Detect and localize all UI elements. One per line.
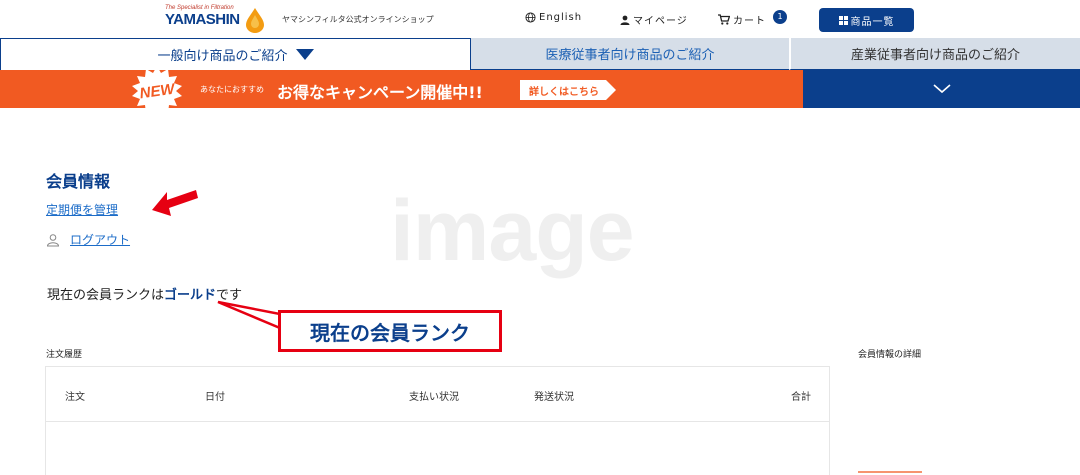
tab-medical-products[interactable]: 医療従事者向け商品のご紹介 [471,38,789,70]
banner-expand-toggle[interactable] [803,70,1080,108]
tab-label: 一般向け商品のご紹介 [157,49,288,64]
globe-icon [525,12,536,23]
new-badge: NEW [132,70,182,108]
banner-recommend-text: あなたにおすすめ [200,85,264,94]
products-list-button[interactable]: 商品一覧 [819,8,914,32]
mypage-label: マイページ [633,16,688,27]
annotation-arrow-icon [152,190,198,216]
english-label: English [539,12,583,23]
member-detail-heading: 会員情報の詳細 [858,350,922,360]
column-shipping-status: 発送状況 [534,392,574,403]
grid-icon [838,15,848,25]
cart-link[interactable]: カート 1 [718,9,787,27]
tab-label: 産業従事者向け商品のご紹介 [850,48,1020,63]
yamashin-logo[interactable]: The Specialist in Filtration YAMASHIN [165,5,275,35]
order-history-heading: 注文履歴 [46,350,83,360]
logout-link[interactable]: ログアウト [46,231,130,248]
banner-campaign-text: お得なキャンペーン開催中!! [277,83,483,102]
shop-name: ヤマシンフィルタ公式オンラインショップ [282,15,434,24]
user-outline-icon [46,233,60,246]
column-total: 合計 [791,392,811,403]
rank-callout: 現在の会員ランク [278,310,502,352]
column-date: 日付 [205,392,225,403]
rank-callout-label: 現在の会員ランク [310,320,470,345]
campaign-banner[interactable]: NEW あなたにおすすめ お得なキャンペーン開催中!! 詳しくはこちら [0,70,803,108]
logo-drop-icon [246,8,264,33]
cart-label: カート [733,16,766,27]
clipped-link-fragment [858,470,922,475]
rank-prefix: 現在の会員ランクは [47,288,165,303]
order-history-table: 注文 日付 支払い状況 発送状況 合計 [45,366,830,475]
tab-general-products[interactable]: 一般向け商品のご紹介 [0,38,471,70]
user-icon [620,15,630,25]
logo-text: YAMASHIN [165,11,240,28]
column-payment-status: 支払い状況 [409,392,459,403]
mypage-link[interactable]: マイページ [620,12,688,27]
tab-industrial-products[interactable]: 産業従事者向け商品のご紹介 [789,38,1080,70]
table-header-row: 注文 日付 支払い状況 発送状況 合計 [46,367,829,422]
column-order: 注文 [65,392,85,403]
rank-value: ゴールド [164,288,217,303]
image-placeholder-watermark: image [390,183,635,279]
site-header: The Specialist in Filtration YAMASHIN ヤマ… [0,0,1080,38]
cart-count-badge: 1 [773,9,787,24]
banner-detail-label: 詳しくはこちら [529,87,599,98]
logout-label: ログアウト [70,233,131,247]
member-info-title: 会員情報 [46,172,111,191]
chevron-down-icon [932,84,951,94]
manage-subscription-link[interactable]: 定期便を管理 [46,201,118,218]
caret-down-icon [295,49,314,60]
products-button-label: 商品一覧 [850,16,895,28]
cart-icon [718,14,730,25]
tab-label: 医療従事者向け商品のご紹介 [545,48,715,63]
category-tabs: 一般向け商品のご紹介 医療従事者向け商品のご紹介 産業従事者向け商品のご紹介 [0,38,1080,70]
english-link[interactable]: English [525,12,582,23]
arrow-right-icon [606,80,616,100]
